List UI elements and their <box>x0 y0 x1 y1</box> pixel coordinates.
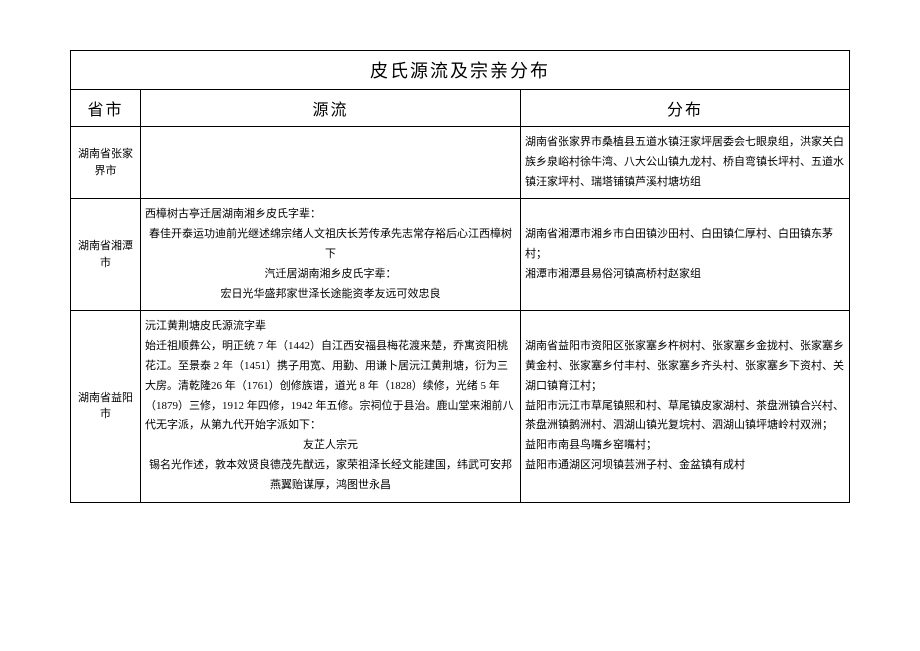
source-line: 西樟树古亭迁居湖南湘乡皮氏字辈： <box>145 205 516 225</box>
source-line: 沅江黄荆塘皮氏源流字辈 <box>145 317 516 337</box>
source-cell: 西樟树古亭迁居湖南湘乡皮氏字辈： 春佳开泰运功迪前光继述绵宗绪人文祖庆长芳传承先… <box>141 199 521 311</box>
distribution-cell: 湖南省益阳市资阳区张家塞乡杵树村、张家塞乡金拢村、张家塞乡黄金村、张家塞乡付丰村… <box>521 311 850 502</box>
distribution-cell: 湖南省湘潭市湘乡市白田镇沙田村、白田镇仁厚村、白田镇东茅村；湘潭市湘潭县易俗河镇… <box>521 199 850 311</box>
province-cell: 湖南省湘潭市 <box>71 199 141 311</box>
source-line: 友芷人宗元 <box>145 436 516 456</box>
source-line: 春佳开泰运功迪前光继述绵宗绪人文祖庆长芳传承先志常存裕后心江西樟树下 <box>145 225 516 265</box>
table-row: 湖南省张家界市 湖南省张家界市桑植县五道水镇汪家坪居委会七眼泉组，洪家关白族乡泉… <box>71 127 850 199</box>
table-row: 湖南省湘潭市 西樟树古亭迁居湖南湘乡皮氏字辈： 春佳开泰运功迪前光继述绵宗绪人文… <box>71 199 850 311</box>
source-line: 汽迁居湖南湘乡皮氏字辈： <box>145 265 516 285</box>
province-cell: 湖南省益阳市 <box>71 311 141 502</box>
source-line: 宏日光华盛邦家世泽长途能资孝友远可效忠良 <box>145 285 516 305</box>
distribution-cell: 湖南省张家界市桑植县五道水镇汪家坪居委会七眼泉组，洪家关白族乡泉峪村徐牛湾、八大… <box>521 127 850 199</box>
header-province: 省市 <box>71 90 141 127</box>
province-cell: 湖南省张家界市 <box>71 127 141 199</box>
source-line: 始迁祖顺彝公，明正统 7 年（1442）自江西安福县梅花渡来楚，乔寓资阳桃花江。… <box>145 337 516 436</box>
source-cell <box>141 127 521 199</box>
table-title: 皮氏源流及宗亲分布 <box>71 51 850 90</box>
genealogy-table: 皮氏源流及宗亲分布 省市 源流 分布 湖南省张家界市 湖南省张家界市桑植县五道水… <box>70 50 850 503</box>
table-row: 湖南省益阳市 沅江黄荆塘皮氏源流字辈 始迁祖顺彝公，明正统 7 年（1442）自… <box>71 311 850 502</box>
header-source: 源流 <box>141 90 521 127</box>
source-cell: 沅江黄荆塘皮氏源流字辈 始迁祖顺彝公，明正统 7 年（1442）自江西安福县梅花… <box>141 311 521 502</box>
header-distribution: 分布 <box>521 90 850 127</box>
source-line: 锡名光作述，敦本效贤良德茂先猷远，家荣祖泽长经文能建国，纬武可安邦燕翼贻谋厚，鸿… <box>145 456 516 496</box>
